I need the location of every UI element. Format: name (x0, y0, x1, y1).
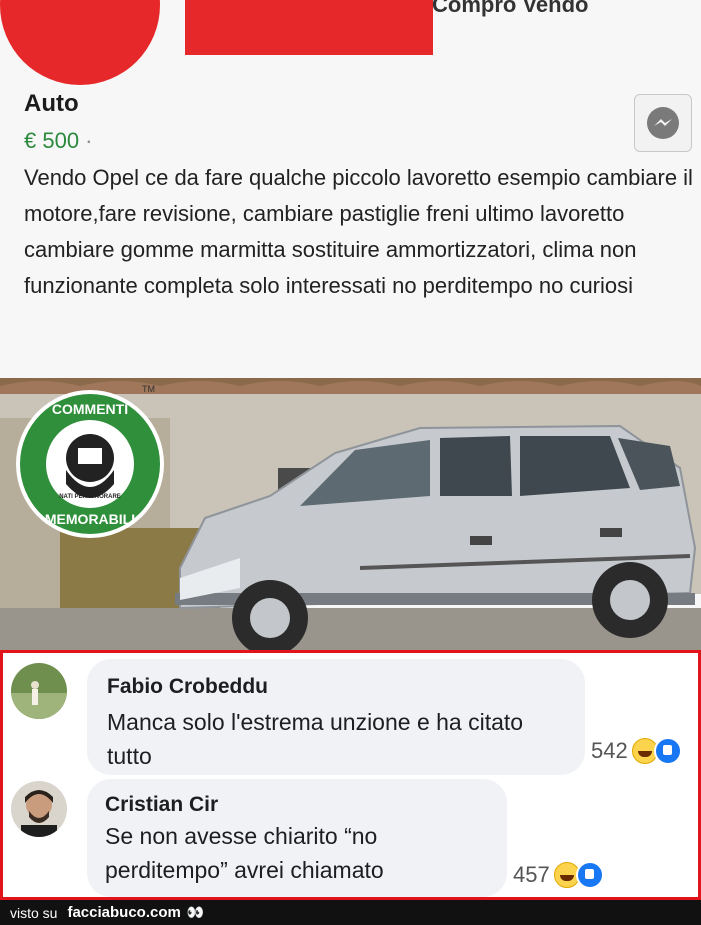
comment-avatar-2[interactable] (11, 781, 67, 837)
redacted-avatar (0, 0, 160, 85)
messenger-icon (647, 107, 679, 139)
comment-reactions-2[interactable]: 457 (513, 861, 604, 889)
listing-price: € 500 (24, 128, 80, 153)
footer-site-link[interactable]: facciabuco.com (67, 904, 180, 921)
marketplace-post: Compro Vendo Auto € 500 · Vendo Opel ce d… (0, 0, 701, 650)
comments-section: Fabio Crobeddu Manca solo l'estrema unzi… (0, 650, 701, 900)
eyes-icon: 👀 (186, 904, 205, 920)
logo-tm: TM (142, 384, 155, 394)
message-seller-button[interactable] (634, 94, 692, 152)
footer-prefix: visto su (10, 904, 58, 921)
comment-bubble-1: Fabio Crobeddu Manca solo l'estrema unzi… (87, 659, 585, 775)
logo-tagline: NATI PER IGNORARE (59, 494, 121, 500)
comment-author-1[interactable]: Fabio Crobeddu (107, 675, 268, 699)
like-icon (575, 861, 604, 889)
logo-text-top: COMMENTI (52, 401, 128, 417)
commenti-memorabili-logo: COMMENTI MEMORABILI NATI PER IGNORARE TM (14, 374, 166, 546)
listing-title: Auto (24, 90, 79, 117)
reaction-count-1: 542 (591, 738, 628, 763)
comment-reactions-1[interactable]: 542 (591, 737, 682, 765)
comment-text-2: Se non avesse chiarito “no perditempo” a… (105, 823, 384, 883)
comment-text-1: Manca solo l'estrema unzione e ha citato… (107, 709, 524, 769)
price-separator: · (85, 128, 93, 153)
group-name[interactable]: Compro Vendo (432, 0, 588, 18)
comment-bubble-2: Cristian Cir Se non avesse chiarito “no … (87, 779, 507, 897)
like-icon (653, 737, 682, 765)
logo-text-bottom: MEMORABILI (45, 511, 135, 527)
redacted-name (185, 0, 433, 55)
comment-author-2[interactable]: Cristian Cir (105, 793, 218, 817)
comment-avatar-1[interactable] (11, 663, 67, 719)
listing-description: Vendo Opel ce da fare qualche piccolo la… (24, 165, 693, 298)
reaction-count-2: 457 (513, 862, 550, 887)
source-footer: visto su facciabuco.com 👀 (0, 900, 701, 925)
listing-price-row: € 500 · (24, 128, 92, 154)
